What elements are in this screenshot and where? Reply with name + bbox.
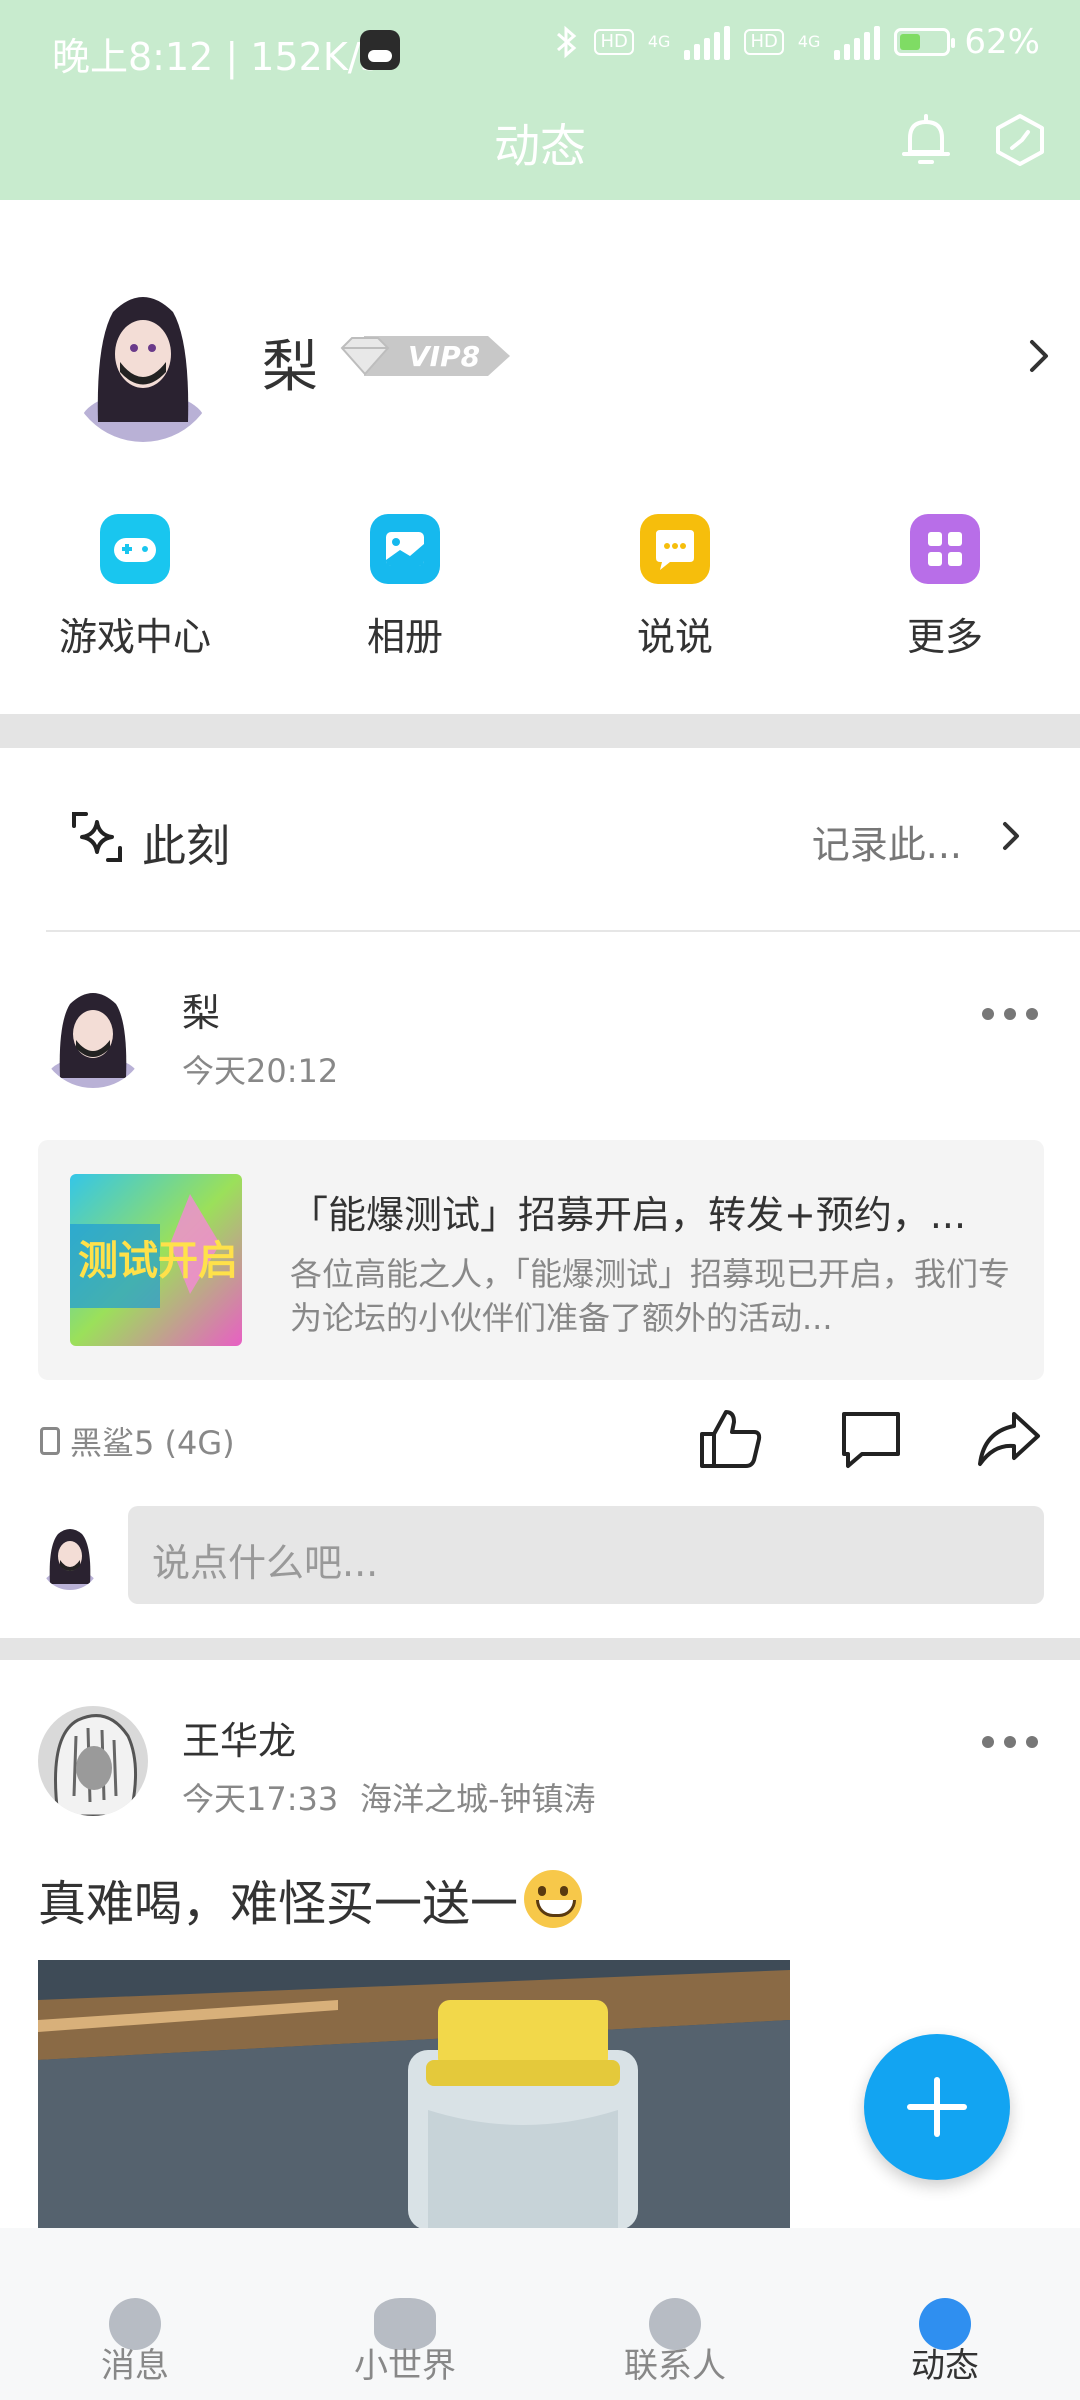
post-author-avatar[interactable] [38, 978, 148, 1088]
more-options-icon[interactable] [982, 1008, 1038, 1024]
sparkle-frame-icon [72, 812, 122, 862]
nav-label: 小世界 [354, 2346, 456, 2386]
post-time: 今天17:33 [182, 1780, 339, 1818]
comment-icon[interactable] [836, 1404, 906, 1474]
post-author-name[interactable]: 王华龙 [182, 1710, 296, 1765]
grinning-emoji-icon [524, 1870, 583, 1928]
quick-action-more[interactable]: 更多 [810, 500, 1080, 700]
comment-input[interactable]: 说点什么吧... [128, 1506, 1044, 1604]
section-divider [0, 1638, 1080, 1660]
section-divider [0, 714, 1080, 748]
post-author-avatar[interactable] [38, 1706, 148, 1816]
profile-name: 梨 [262, 335, 318, 400]
bell-icon[interactable] [896, 110, 956, 170]
quick-action-album[interactable]: 相册 [270, 500, 540, 700]
status-bar: 晚上8:12 | 152K/s HD 4G HD 4G 62% [0, 0, 1080, 100]
nav-label: 动态 [911, 2346, 979, 2386]
post-text-content: 真难喝，难怪买一送一 [38, 1876, 519, 1932]
chat-bubble-icon [640, 514, 710, 584]
post-device: 黑鲨5 (4G) [40, 1418, 235, 1464]
status-time-speed: 晚上8:12 | 152K/s [52, 35, 381, 79]
post-photo[interactable] [38, 1960, 790, 2230]
quick-action-label: 相册 [366, 615, 443, 659]
profile-avatar[interactable] [68, 272, 218, 442]
add-post-button[interactable] [864, 2034, 1010, 2180]
gamepad-icon [100, 514, 170, 584]
quick-action-label: 更多 [906, 615, 983, 659]
hd-badge-1: HD [594, 29, 634, 55]
shared-link-card[interactable]: 测试开启 「能爆测试」招募开启，转发+预约，... 各位高能之人，「能爆测试」招… [38, 1140, 1044, 1380]
shared-link-title: 「能爆测试」招募开启，转发+预约，... [290, 1193, 967, 1237]
hd-badge-2: HD [744, 29, 784, 55]
nav-tab-feed[interactable]: 动态 [810, 2228, 1080, 2400]
post-location[interactable]: 海洋之城-钟镇涛 [360, 1774, 596, 1820]
app-notification-icon [360, 30, 400, 70]
share-arrow-icon[interactable] [974, 1404, 1044, 1474]
battery-icon [894, 28, 956, 56]
nav-label: 联系人 [624, 2346, 726, 2386]
network-label-2: 4G [797, 32, 821, 51]
post-author-name[interactable]: 梨 [182, 982, 220, 1037]
nav-tab-contacts[interactable]: 联系人 [540, 2228, 810, 2400]
top-bar: 晚上8:12 | 152K/s HD 4G HD 4G 62% 动态 [0, 0, 1080, 200]
nav-tab-small-world[interactable]: 小世界 [270, 2228, 540, 2400]
signal-icon-2 [834, 24, 881, 60]
settings-hexagon-icon[interactable] [990, 110, 1050, 170]
quick-action-game-center[interactable]: 游戏中心 [0, 500, 270, 700]
network-label-1: 4G [647, 32, 671, 51]
quick-action-label: 游戏中心 [58, 615, 211, 659]
quick-action-posts[interactable]: 说说 [540, 500, 810, 700]
battery-level: 62% [964, 22, 1040, 62]
nav-label: 消息 [101, 2346, 169, 2386]
phone-icon [40, 1427, 60, 1455]
bottom-navigation: 消息 小世界 联系人 动态 [0, 2228, 1080, 2400]
grid-icon [910, 514, 980, 584]
my-avatar [40, 1520, 100, 1590]
quick-actions: 游戏中心 相册 说说 更多 [0, 500, 1080, 700]
nav-tab-messages[interactable]: 消息 [0, 2228, 270, 2400]
profile-card[interactable]: 梨 VIP8 游戏中心 相册 说说 更多 [0, 200, 1080, 714]
moment-label: 此刻 [142, 821, 230, 872]
signal-icon-1 [684, 24, 731, 60]
chevron-right-icon[interactable] [1024, 336, 1054, 376]
device-name: 黑鲨5 (4G) [70, 1424, 235, 1462]
moment-row[interactable]: 此刻 记录此... [0, 748, 1080, 930]
more-options-icon[interactable] [982, 1736, 1038, 1752]
post-time: 今天20:12 [182, 1052, 339, 1090]
moment-record-link[interactable]: 记录此... [812, 814, 962, 869]
status-indicators: HD 4G HD 4G 62% [554, 22, 1040, 62]
shared-link-description: 各位高能之人，「能爆测试」招募现已开启，我们专为论坛的小伙伴们准备了额外的活动.… [290, 1255, 1011, 1337]
post-text: 真难喝，难怪买一送一 [38, 1864, 583, 1934]
vip-level: VIP8 [408, 340, 481, 373]
bluetooth-icon [557, 25, 577, 59]
chevron-right-icon[interactable] [996, 816, 1026, 856]
like-thumbs-up-icon[interactable] [696, 1404, 766, 1474]
thumbnail-text: 测试开启 [78, 1238, 238, 1284]
photo-album-icon [370, 514, 440, 584]
quick-action-label: 说说 [636, 615, 713, 659]
vip-badge: VIP8 [338, 332, 513, 380]
